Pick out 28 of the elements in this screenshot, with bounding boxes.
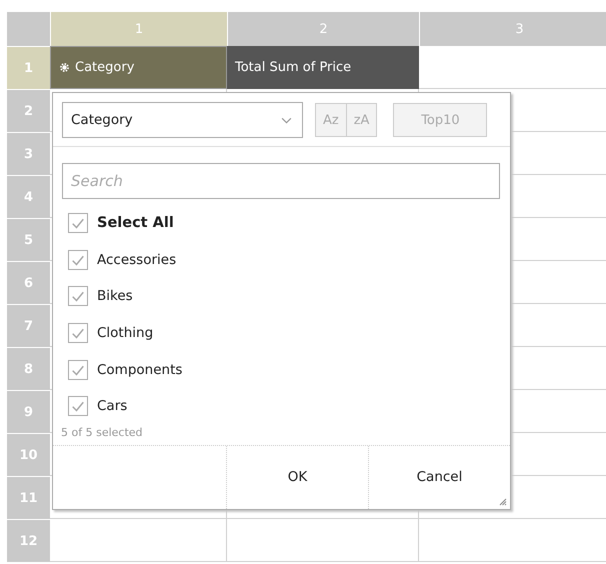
header-label: Category <box>75 60 134 75</box>
checkbox[interactable] <box>68 213 88 234</box>
checkbox[interactable] <box>68 250 88 270</box>
field-dropdown[interactable]: Category <box>62 102 303 138</box>
dialog-button[interactable]: Cancel <box>368 446 510 509</box>
item-label[interactable]: Select All <box>97 215 174 232</box>
pivot-header-cell[interactable]: Total Sum of Price <box>227 46 419 89</box>
item-label[interactable]: Clothing <box>97 325 154 342</box>
search-field[interactable]: Search <box>62 163 500 199</box>
sort-button[interactable]: zA <box>346 103 378 137</box>
checkbox[interactable] <box>68 360 88 380</box>
gear-icon <box>59 62 70 73</box>
column-header[interactable]: 1 <box>50 12 227 46</box>
pivot-header-cell[interactable]: Category <box>50 46 227 89</box>
checkbox[interactable] <box>68 323 88 344</box>
top-button[interactable]: Top10 <box>393 103 488 137</box>
chevron-down-icon <box>281 116 292 124</box>
checkbox[interactable] <box>68 286 88 306</box>
row-header[interactable]: 1 <box>7 46 50 89</box>
header-label: Total Sum of Price <box>235 60 352 75</box>
checkbox[interactable] <box>68 396 88 416</box>
item-label[interactable]: Components <box>97 362 182 378</box>
resize-grip-icon <box>499 498 507 506</box>
item-label[interactable]: Cars <box>97 398 128 414</box>
selection-count: 5 of 5 selected <box>60 424 144 441</box>
item-label[interactable]: Accessories <box>97 252 176 268</box>
sort-button[interactable]: Az <box>315 103 347 137</box>
item-label[interactable]: Bikes <box>97 288 133 304</box>
